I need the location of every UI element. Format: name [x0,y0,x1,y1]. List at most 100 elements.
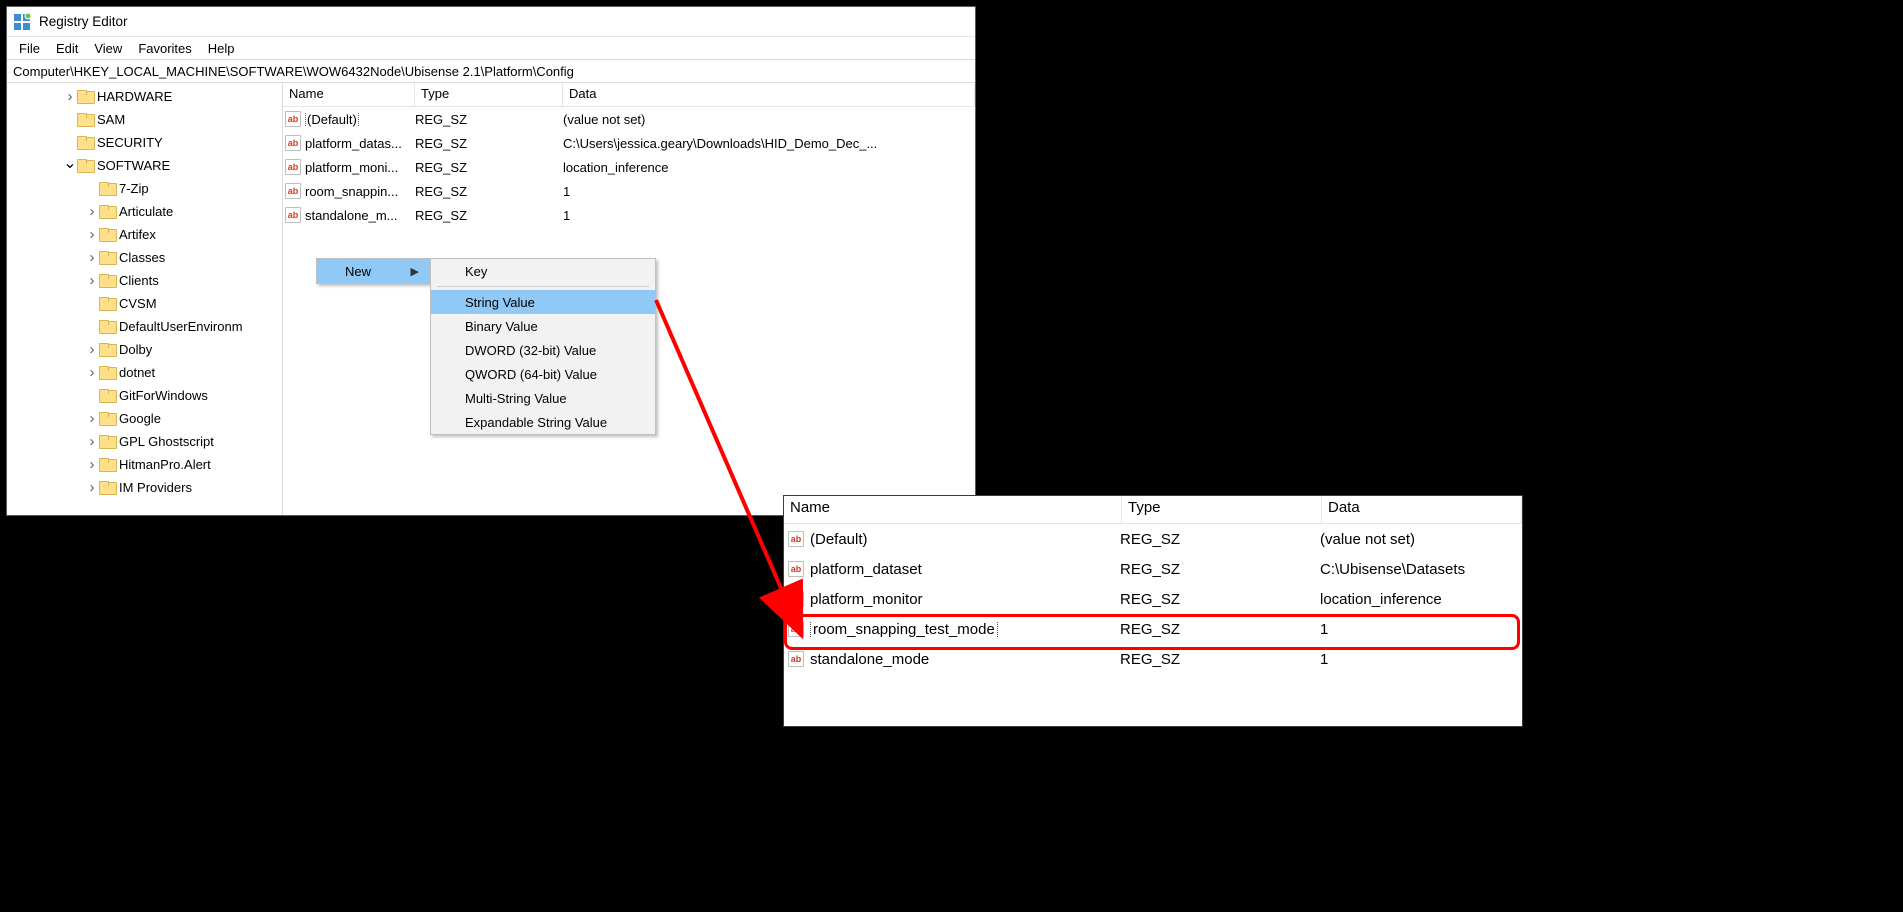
col-data[interactable]: Data [563,83,975,106]
twisty-none [63,136,77,150]
chevron-right-icon[interactable]: › [85,343,99,357]
col-type[interactable]: Type [1122,496,1322,523]
value-row[interactable]: abstandalone_modeREG_SZ1 [784,644,1522,674]
twisty-none [85,297,99,311]
context-submenu-new[interactable]: Key String Value Binary Value DWORD (32-bit… [430,258,656,435]
tree-item[interactable]: ›Artifex [7,223,282,246]
list-header[interactable]: Name Type Data [784,496,1522,524]
chevron-right-icon[interactable]: › [63,90,77,104]
tree-item[interactable]: DefaultUserEnvironm [7,315,282,338]
value-type: REG_SZ [1120,651,1320,668]
value-row[interactable]: ab(Default)REG_SZ(value not set) [283,107,975,131]
folder-icon [77,113,93,127]
context-item-label: New [345,264,371,279]
context-menu-new[interactable]: New ▶ [316,258,430,284]
tree-item[interactable]: › Clients [7,269,282,292]
col-type[interactable]: Type [415,83,563,106]
menu-help[interactable]: Help [202,40,241,57]
context-item-label: Multi-String Value [465,391,567,406]
context-item[interactable]: QWORD (64-bit) Value [431,362,655,386]
tree-item-label: Google [119,411,161,426]
tree-item[interactable]: ›Articulate [7,200,282,223]
tree-item-label: Dolby [119,342,152,357]
string-value-icon: ab [788,591,804,607]
context-item[interactable]: Expandable String Value [431,410,655,434]
col-data[interactable]: Data [1322,496,1522,523]
context-item-new[interactable]: New ▶ [317,259,429,283]
menu-file[interactable]: File [13,40,46,57]
tree-item[interactable]: SECURITY [7,131,282,154]
string-value-icon: ab [788,651,804,667]
tree-item[interactable]: 7-Zip [7,177,282,200]
tree-item[interactable]: ›Classes [7,246,282,269]
chevron-right-icon[interactable]: › [85,435,99,449]
value-row[interactable]: abplatform_datas...REG_SZC:\Users\jessic… [283,131,975,155]
folder-icon [77,136,93,150]
value-data: 1 [1320,651,1522,668]
value-row[interactable]: abstandalone_m...REG_SZ1 [283,203,975,227]
folder-icon [99,481,115,495]
value-row[interactable]: abplatform_datasetREG_SZC:\Ubisense\Data… [784,554,1522,584]
value-data: C:\Ubisense\Datasets [1320,561,1522,578]
chevron-down-icon[interactable]: ⌄ [63,156,77,170]
chevron-right-icon[interactable]: › [85,205,99,219]
value-name: platform_dataset [810,561,1120,578]
value-row[interactable]: abplatform_moni...REG_SZlocation_inferen… [283,155,975,179]
value-row[interactable]: abplatform_monitorREG_SZlocation_inferen… [784,584,1522,614]
context-item[interactable]: DWORD (32-bit) Value [431,338,655,362]
tree-item[interactable]: ›HitmanPro.Alert [7,453,282,476]
tree-item[interactable]: ›IM Providers [7,476,282,499]
folder-icon [99,389,115,403]
chevron-right-icon[interactable]: › [85,251,99,265]
tree-item[interactable]: ›GPL Ghostscript [7,430,282,453]
folder-icon [99,435,115,449]
menu-view[interactable]: View [88,40,128,57]
tree-item[interactable]: GitForWindows [7,384,282,407]
value-row[interactable]: abroom_snappin...REG_SZ1 [283,179,975,203]
value-type: REG_SZ [415,160,563,175]
menubar: File Edit View Favorites Help [7,37,975,59]
col-name[interactable]: Name [283,83,415,106]
folder-icon [99,412,115,426]
registry-tree[interactable]: ›HARDWARESAMSECURITY⌄SOFTWARE 7-Zip ›Artic… [7,83,283,515]
chevron-right-icon[interactable]: › [85,274,99,288]
value-row[interactable]: ab(Default)REG_SZ(value not set) [784,524,1522,554]
context-item-label: Binary Value [465,319,538,334]
col-name[interactable]: Name [784,496,1122,523]
value-name[interactable]: room_snapping_test_mode [810,621,1120,638]
value-type: REG_SZ [415,184,563,199]
context-item[interactable]: Binary Value [431,314,655,338]
tree-item-label: Clients [119,273,159,288]
tree-item[interactable]: ›dotnet [7,361,282,384]
chevron-right-icon[interactable]: › [85,366,99,380]
folder-icon [99,251,115,265]
tree-item[interactable]: › Dolby [7,338,282,361]
tree-item-label: 7-Zip [119,181,149,196]
chevron-right-icon[interactable]: › [85,481,99,495]
chevron-right-icon[interactable]: › [85,458,99,472]
tree-item[interactable]: CVSM [7,292,282,315]
value-type: REG_SZ [1120,531,1320,548]
tree-item[interactable]: › Google [7,407,282,430]
address-bar[interactable]: Computer\HKEY_LOCAL_MACHINE\SOFTWARE\WOW… [7,59,975,83]
context-item[interactable]: Multi-String Value [431,386,655,410]
tree-item-label: GitForWindows [119,388,208,403]
result-value-list[interactable]: Name Type Data ab(Default)REG_SZ(value n… [783,495,1523,727]
tree-item[interactable]: ›HARDWARE [7,85,282,108]
value-data: (value not set) [1320,531,1522,548]
value-row[interactable]: abroom_snapping_test_modeREG_SZ1 [784,614,1522,644]
context-item[interactable]: Key [431,259,655,283]
tree-item[interactable]: SAM [7,108,282,131]
folder-icon [99,274,115,288]
menu-edit[interactable]: Edit [50,40,84,57]
chevron-right-icon: ▶ [411,265,419,278]
list-header[interactable]: Name Type Data [283,83,975,107]
chevron-right-icon[interactable]: › [85,412,99,426]
tree-item[interactable]: ⌄SOFTWARE [7,154,282,177]
context-item-label: QWORD (64-bit) Value [465,367,597,382]
menu-favorites[interactable]: Favorites [132,40,197,57]
context-item[interactable]: String Value [431,290,655,314]
titlebar[interactable]: Registry Editor [7,7,975,37]
chevron-right-icon[interactable]: › [85,228,99,242]
value-data: location_inference [1320,591,1522,608]
